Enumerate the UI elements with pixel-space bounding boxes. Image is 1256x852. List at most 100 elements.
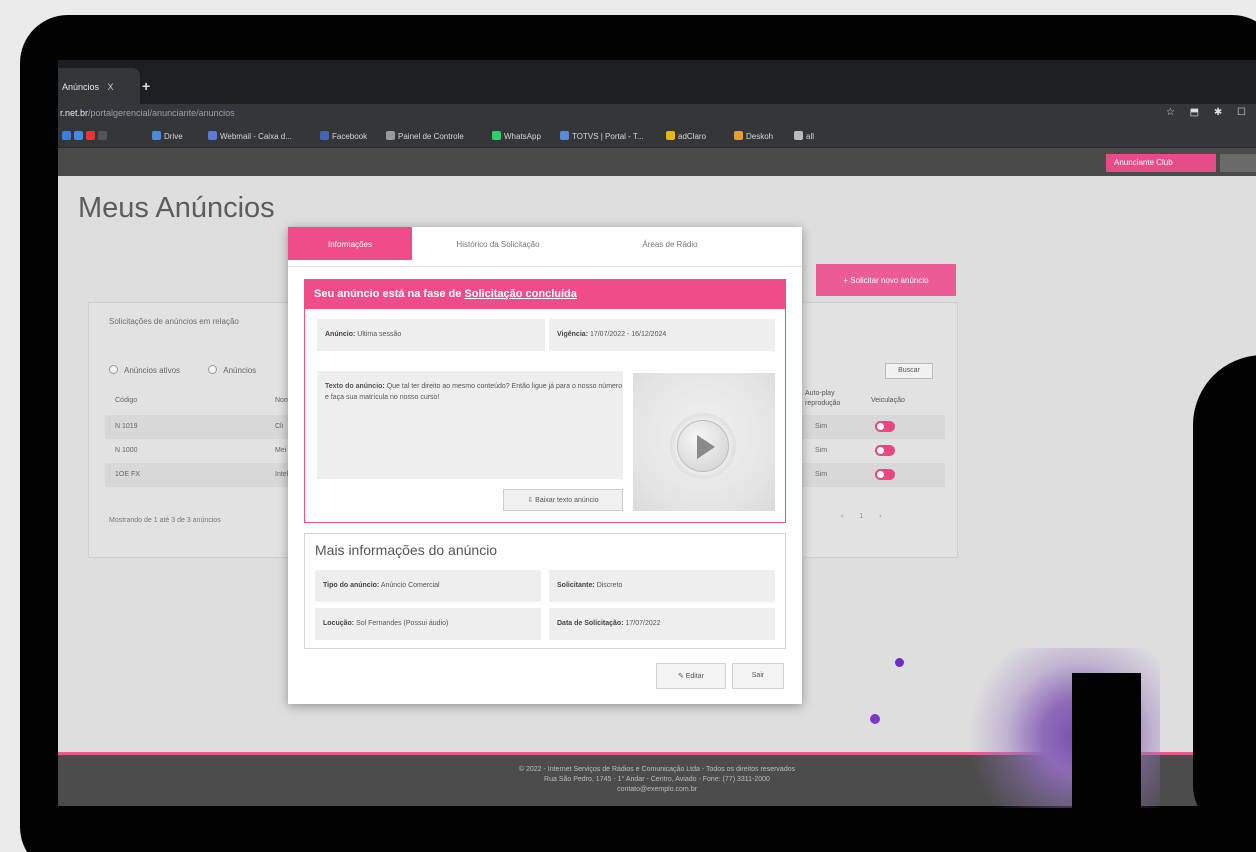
bookmark-icon xyxy=(320,131,329,140)
bookmark-item[interactable]: TOTVS | Portal - T... xyxy=(560,131,644,141)
header-secondary-button[interactable] xyxy=(1220,154,1256,172)
radio-label: Anúncios xyxy=(223,366,257,375)
pagination[interactable]: ‹ 1 › xyxy=(841,513,888,520)
cell-code: 1OE FX xyxy=(115,471,140,478)
request-date-field: Data de Solicitação: 17/07/2022 xyxy=(549,608,775,640)
cell-name: Intel xyxy=(275,471,289,478)
browser-actions-icons[interactable]: ☆ ⬒ ✱ ☐ xyxy=(1166,107,1252,118)
site-header: Anunciante Club xyxy=(58,148,1256,176)
tab-historico[interactable]: Histórico da Solicitação xyxy=(412,227,584,260)
radio-label: Anúncios ativos xyxy=(124,366,181,375)
bookmark-apps-icons[interactable] xyxy=(62,131,110,141)
ad-type-field: Tipo do anúncio: Anúncio Comercial xyxy=(315,570,541,602)
field-value: 17/07/2022 xyxy=(625,620,661,627)
field-label: Locução: xyxy=(323,620,355,627)
bookmark-label: Deskoh xyxy=(746,132,774,141)
address-bar[interactable]: r.net.br/portalgerencial/anunciante/anun… xyxy=(58,104,1256,126)
ad-text-field: Texto do anúncio: Que tal ter direito ao… xyxy=(317,371,623,479)
toggle-switch[interactable] xyxy=(875,421,895,432)
banner-prefix: Seu anúncio está na fase de xyxy=(314,288,462,300)
banner-status: Solicitação concluída xyxy=(464,288,577,300)
play-button[interactable] xyxy=(677,420,729,472)
browser-tabstrip: Anúncios X + xyxy=(58,60,1256,104)
tab-areas-radio[interactable]: Áreas de Rádio xyxy=(584,227,756,260)
tab-title: Anúncios xyxy=(62,82,100,92)
ad-details-modal: Informações Histórico da Solicitação Áre… xyxy=(288,227,802,704)
close-button[interactable]: Sair xyxy=(732,663,784,689)
bookmark-item[interactable]: Painel de Controle xyxy=(386,131,464,141)
play-ring xyxy=(670,413,736,479)
advertiser-field: Anúncio: Ultima sessão xyxy=(317,319,545,351)
monitor-stand xyxy=(1072,673,1141,852)
validity-field: Vigência: 17/07/2022 - 16/12/2024 xyxy=(549,319,775,351)
table-info: Mostrando de 1 até 3 de 3 anúncios xyxy=(109,517,221,524)
bookmark-icon xyxy=(666,131,675,140)
page-title: Meus Anúncios xyxy=(78,192,275,224)
tab-informacoes[interactable]: Informações xyxy=(288,227,412,260)
filter-radios: Anúncios ativos Anúncios xyxy=(109,365,256,375)
bookmark-label: Webmail - Caixa d... xyxy=(220,132,292,141)
download-text-button[interactable]: ⇩ Baixar texto anúncio xyxy=(503,489,623,511)
cell-autoplay: Sim xyxy=(815,471,828,478)
bookmark-label: Facebook xyxy=(332,132,368,141)
field-label: Tipo do anúncio: xyxy=(323,582,380,589)
cell-code: N 1019 xyxy=(115,423,138,430)
audio-player xyxy=(633,373,775,511)
bookmark-item[interactable]: Webmail - Caixa d... xyxy=(208,131,292,141)
search-button[interactable]: Buscar xyxy=(885,363,933,379)
bookmark-icon xyxy=(560,131,569,140)
edit-button[interactable]: ✎ Editar xyxy=(656,663,726,689)
bookmark-label: Drive xyxy=(164,132,183,141)
bookmark-label: adClaro xyxy=(678,132,707,141)
url-domain: r.net.br xyxy=(60,108,89,118)
bookmark-item[interactable]: Drive xyxy=(152,131,183,141)
more-info-box: Mais informações do anúncio Tipo do anún… xyxy=(304,533,786,649)
field-label: Texto do anúncio: xyxy=(325,383,385,390)
cell-autoplay: Sim xyxy=(815,447,828,454)
locution-field: Locução: Sol Fernandes (Possui áudio) xyxy=(315,608,541,640)
bookmark-item[interactable]: WhatsApp xyxy=(492,131,541,141)
radio-other[interactable]: Anúncios xyxy=(208,365,257,375)
bookmark-label: TOTVS | Portal - T... xyxy=(572,132,644,141)
bookmark-icon xyxy=(734,131,743,140)
browser-tab[interactable]: Anúncios X xyxy=(58,68,140,104)
bookmark-item[interactable]: adClaro xyxy=(666,131,706,141)
bookmark-label: Painel de Controle xyxy=(398,132,464,141)
tab-close-icon[interactable]: X xyxy=(108,82,114,92)
bookmark-item[interactable]: Deskoh xyxy=(734,131,773,141)
cell-name: Cli xyxy=(275,423,284,430)
col-autoplay-header: Auto-play reprodução xyxy=(805,390,841,407)
purple-dot-decoration xyxy=(895,658,904,667)
bookmark-icon xyxy=(208,131,217,140)
field-value: Ultima sessão xyxy=(357,331,402,338)
field-value: Discreto xyxy=(596,582,623,589)
field-value: 17/07/2022 - 16/12/2024 xyxy=(589,331,667,338)
bookmark-icon xyxy=(794,131,803,140)
radio-active[interactable]: Anúncios ativos xyxy=(109,365,181,375)
field-label: Solicitante: xyxy=(557,582,595,589)
new-ad-button[interactable]: + Solicitar novo anúncio xyxy=(816,264,956,296)
bookmark-item[interactable]: all xyxy=(794,131,814,141)
bookmark-icon xyxy=(492,131,501,140)
col-code-header: Código xyxy=(115,397,138,404)
field-value: Sol Fernandes (Possui áudio) xyxy=(356,620,449,627)
anunciante-club-button[interactable]: Anunciante Club xyxy=(1106,154,1216,172)
bookmark-label: WhatsApp xyxy=(504,132,541,141)
cell-autoplay: Sim xyxy=(815,423,828,430)
bookmark-label: all xyxy=(806,132,815,141)
toggle-switch[interactable] xyxy=(875,469,895,480)
bookmark-icon xyxy=(386,131,395,140)
url-text: r.net.br/portalgerencial/anunciante/anun… xyxy=(60,108,235,118)
toggle-switch[interactable] xyxy=(875,445,895,456)
cell-code: N 1000 xyxy=(115,447,138,454)
new-tab-icon[interactable]: + xyxy=(142,78,150,94)
panel-title: Solicitações de anúncios em relação xyxy=(109,317,239,326)
field-label: Anúncio: xyxy=(325,331,356,338)
play-icon xyxy=(697,435,715,459)
requester-field: Solicitante: Discreto xyxy=(549,570,775,602)
bookmark-item[interactable]: Facebook xyxy=(320,131,367,141)
bookmark-icon xyxy=(152,131,161,140)
status-banner: Seu anúncio está na fase de Solicitação … xyxy=(304,279,786,309)
bookmarks-bar: Drive Webmail - Caixa d... Facebook Pain… xyxy=(58,126,1256,148)
col-toggle-header: Veiculação xyxy=(871,397,905,404)
